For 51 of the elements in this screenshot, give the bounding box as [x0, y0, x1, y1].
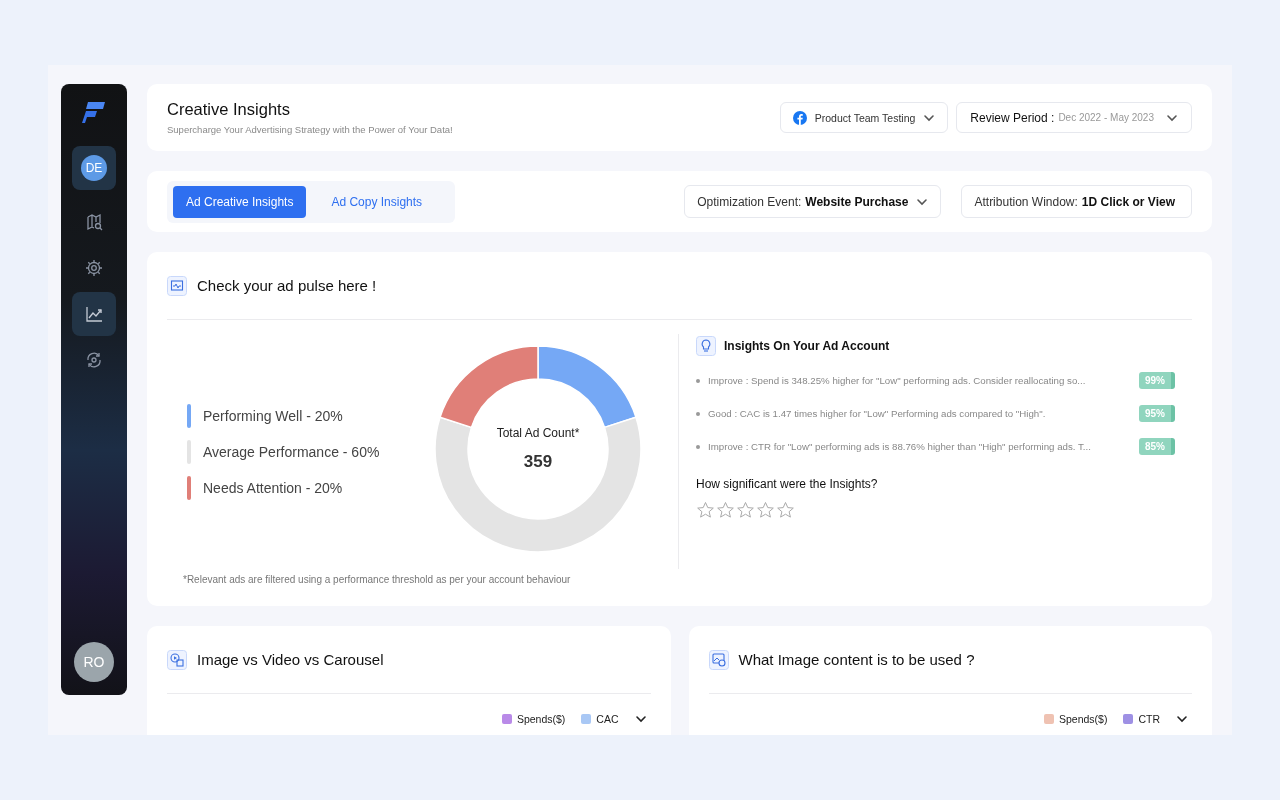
review-period-dropdown[interactable]: Review Period : Dec 2022 - May 2023 [956, 102, 1192, 133]
account-dropdown[interactable]: Product Team Testing [779, 102, 949, 133]
tab[interactable]: Ad Copy Insights [318, 185, 436, 218]
section-title: Image vs Video vs Carousel [197, 651, 384, 668]
total-count: 359 [523, 452, 553, 472]
page-subtitle: Supercharge Your Advertising Strategy with the Power of Your Data! [167, 124, 454, 135]
legend-label: Performing Well - 20% [203, 407, 343, 424]
insights-title: Insights On Your Ad Account [724, 339, 890, 353]
legend-label: Spends($) [516, 713, 566, 725]
trend-chart-icon [85, 305, 103, 323]
rating-question: How significant were the Insights? [696, 477, 879, 491]
facebook-icon [792, 110, 807, 125]
insight-text: Good : CAC is 1.47 times higher for "Low" Performing ads compared to "High". [708, 408, 1047, 419]
gear-icon [85, 259, 103, 277]
score-badge: 95% [1139, 405, 1175, 422]
chevron-down-icon [634, 713, 647, 725]
legend-label: CAC [596, 713, 619, 725]
chart-center-label: Total Ad Count* [496, 426, 580, 440]
footnote: *Relevant ads are filtered using a performance threshold as per your account behaviour [183, 574, 571, 585]
sidebar-nav-item[interactable] [72, 292, 116, 336]
score-badge: 99% [1139, 372, 1175, 389]
chevron-down-icon [1176, 713, 1188, 725]
refresh-icon [85, 351, 103, 369]
section-title: Check your ad pulse here ! [197, 277, 377, 294]
legend-label: Spends($) [1058, 713, 1108, 725]
media-play-image-icon [167, 649, 187, 670]
logo-icon [82, 100, 106, 124]
image-settings-icon [708, 649, 729, 670]
legend-label: Needs Attention - 20% [203, 479, 343, 496]
lightbulb-icon [696, 336, 716, 356]
filter-dropdown[interactable]: Optimization Event: Website Purchase [684, 185, 942, 218]
map-search-icon [85, 213, 103, 231]
bullet-icon [696, 411, 700, 416]
pulse-monitor-icon [167, 275, 187, 296]
filter-dropdown[interactable]: Attribution Window: 1D Click or View [961, 185, 1192, 218]
legend-label: Average Performance - 60% [203, 443, 380, 460]
tab[interactable]: Ad Creative Insights [173, 185, 307, 218]
bullet-icon [696, 444, 700, 449]
score-badge: 85% [1139, 438, 1175, 455]
star-icon [756, 501, 775, 519]
page-title: Creative Insights [167, 100, 291, 119]
insight-text: Improve : Spend is 348.25% higher for "Low" performing ads. Consider reallocating so... [708, 375, 1087, 386]
star-icon [696, 501, 715, 519]
star-icon [736, 501, 755, 519]
section-title: What Image content is to be used ? [738, 651, 975, 668]
legend-label: CTR [1138, 713, 1160, 725]
star-rating[interactable] [696, 501, 795, 519]
insight-text: Improve : CTR for "Low" performing ads is 88.76% higher than "High" performing ads. T... [708, 441, 1092, 452]
star-icon [716, 501, 735, 519]
star-icon [776, 501, 795, 519]
bullet-icon [696, 378, 700, 383]
